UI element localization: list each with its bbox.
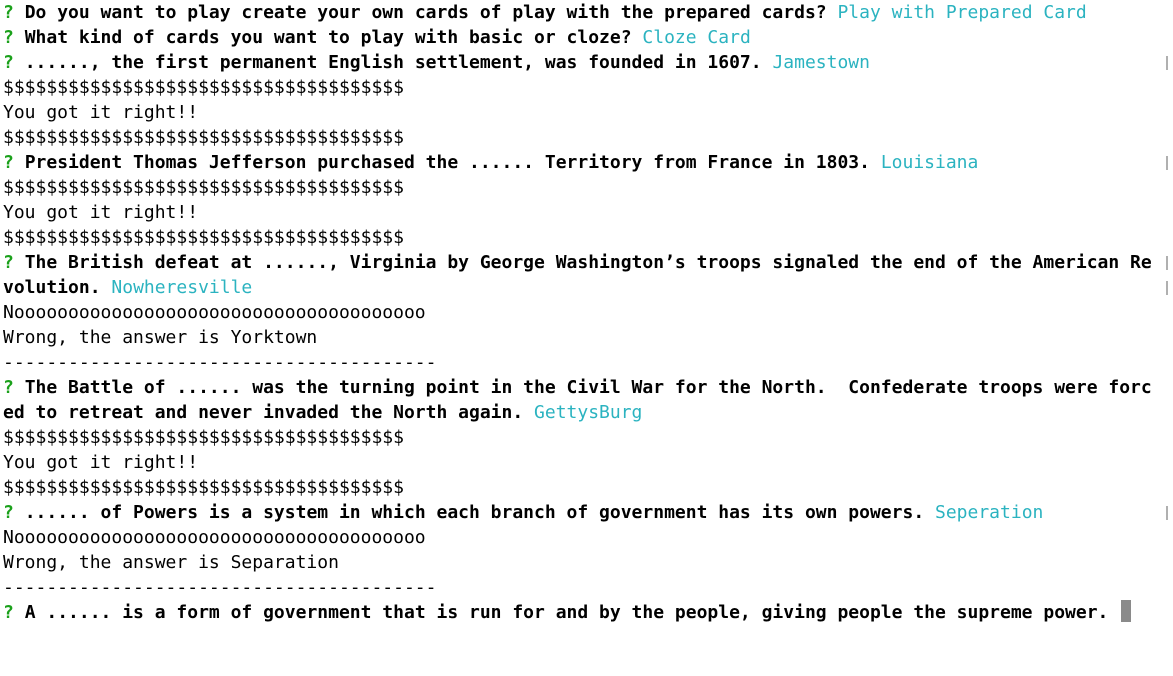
prompt-marker: ? — [3, 602, 14, 623]
terminal-line: $$$$$$$$$$$$$$$$$$$$$$$$$$$$$$$$$$$$$ — [3, 425, 1169, 450]
output-text: Noooooooooooooooooooooooooooooooooooooo — [3, 302, 426, 323]
prompt-marker: ? — [3, 502, 14, 523]
terminal-line: You got it right!! — [3, 100, 1169, 125]
terminal-line: ed to retreat and never invaded the Nort… — [3, 400, 1169, 425]
output-text: $$$$$$$$$$$$$$$$$$$$$$$$$$$$$$$$$$$$$ — [3, 427, 404, 448]
terminal-output: ? Do you want to play create your own ca… — [3, 0, 1169, 625]
question-text: What kind of cards you want to play with… — [24, 27, 632, 48]
output-text: $$$$$$$$$$$$$$$$$$$$$$$$$$$$$$$$$$$$$ — [3, 477, 404, 498]
output-text: $$$$$$$$$$$$$$$$$$$$$$$$$$$$$$$$$$$$$ — [3, 227, 404, 248]
text-cursor[interactable] — [1121, 600, 1132, 622]
prompt-marker: ? — [3, 252, 14, 273]
terminal-line: $$$$$$$$$$$$$$$$$$$$$$$$$$$$$$$$$$$$$ — [3, 175, 1169, 200]
prompt-marker: ? — [3, 52, 14, 73]
output-text: $$$$$$$$$$$$$$$$$$$$$$$$$$$$$$$$$$$$$ — [3, 177, 404, 198]
question-text: ......, the first permanent English sett… — [24, 52, 762, 73]
terminal-line: $$$$$$$$$$$$$$$$$$$$$$$$$$$$$$$$$$$$$ — [3, 475, 1169, 500]
terminal-line: ? ......, the first permanent English se… — [3, 50, 1169, 75]
terminal-line: You got it right!! — [3, 200, 1169, 225]
output-text: Wrong, the answer is Separation — [3, 552, 339, 573]
answer-text: Cloze Card — [642, 27, 751, 48]
answer-text: Louisiana — [880, 152, 979, 173]
prompt-marker: ? — [3, 152, 14, 173]
edge-marker — [1166, 281, 1168, 295]
terminal-line: Noooooooooooooooooooooooooooooooooooooo — [3, 300, 1169, 325]
question-text: President Thomas Jefferson purchased the… — [24, 152, 870, 173]
terminal-line: Wrong, the answer is Yorktown — [3, 325, 1169, 350]
terminal-line: ? What kind of cards you want to play wi… — [3, 25, 1169, 50]
terminal-line: ---------------------------------------- — [3, 575, 1169, 600]
terminal-line: volution. Nowheresville — [3, 275, 1169, 300]
edge-marker — [1166, 506, 1168, 520]
prompt-marker: ? — [3, 2, 14, 23]
output-text: $$$$$$$$$$$$$$$$$$$$$$$$$$$$$$$$$$$$$ — [3, 77, 404, 98]
output-text: You got it right!! — [3, 452, 199, 473]
edge-marker — [1166, 156, 1168, 170]
answer-text: Seperation — [935, 502, 1044, 523]
output-text: ---------------------------------------- — [3, 352, 437, 373]
terminal-line: You got it right!! — [3, 450, 1169, 475]
terminal-line: ? ...... of Powers is a system in which … — [3, 500, 1169, 525]
answer-text: Play with Prepared Card — [837, 2, 1087, 23]
terminal-line: $$$$$$$$$$$$$$$$$$$$$$$$$$$$$$$$$$$$$ — [3, 125, 1169, 150]
output-text: Noooooooooooooooooooooooooooooooooooooo — [3, 527, 426, 548]
output-text: You got it right!! — [3, 202, 199, 223]
answer-text: GettysBurg — [534, 402, 643, 423]
terminal-line: ? The British defeat at ......, Virginia… — [3, 250, 1169, 275]
terminal-line: ? Do you want to play create your own ca… — [3, 0, 1169, 25]
answer-text: Jamestown — [772, 52, 870, 73]
prompt-marker: ? — [3, 377, 14, 398]
question-text: volution. — [3, 277, 101, 298]
question-text: A ...... is a form of government that is… — [24, 602, 1109, 623]
question-text: ed to retreat and never invaded the Nort… — [3, 402, 524, 423]
terminal-line: ? A ...... is a form of government that … — [3, 600, 1169, 625]
terminal-line: ? President Thomas Jefferson purchased t… — [3, 150, 1169, 175]
output-text: $$$$$$$$$$$$$$$$$$$$$$$$$$$$$$$$$$$$$ — [3, 127, 404, 148]
terminal-line: ? The Battle of ...... was the turning p… — [3, 375, 1169, 400]
question-text: Do you want to play create your own card… — [24, 2, 827, 23]
terminal-line: Noooooooooooooooooooooooooooooooooooooo — [3, 525, 1169, 550]
terminal-line: ---------------------------------------- — [3, 350, 1169, 375]
output-text: Wrong, the answer is Yorktown — [3, 327, 318, 348]
edge-marker — [1166, 256, 1168, 270]
output-text: ---------------------------------------- — [3, 577, 437, 598]
question-text: ...... of Powers is a system in which ea… — [24, 502, 925, 523]
question-text: The Battle of ...... was the turning poi… — [24, 377, 1152, 398]
terminal-line: $$$$$$$$$$$$$$$$$$$$$$$$$$$$$$$$$$$$$ — [3, 225, 1169, 250]
question-text: The British defeat at ......, Virginia b… — [24, 252, 1152, 273]
prompt-marker: ? — [3, 27, 14, 48]
terminal-line: $$$$$$$$$$$$$$$$$$$$$$$$$$$$$$$$$$$$$ — [3, 75, 1169, 100]
answer-text: Nowheresville — [111, 277, 253, 298]
terminal-line: Wrong, the answer is Separation — [3, 550, 1169, 575]
edge-marker — [1166, 56, 1168, 70]
output-text: You got it right!! — [3, 102, 199, 123]
